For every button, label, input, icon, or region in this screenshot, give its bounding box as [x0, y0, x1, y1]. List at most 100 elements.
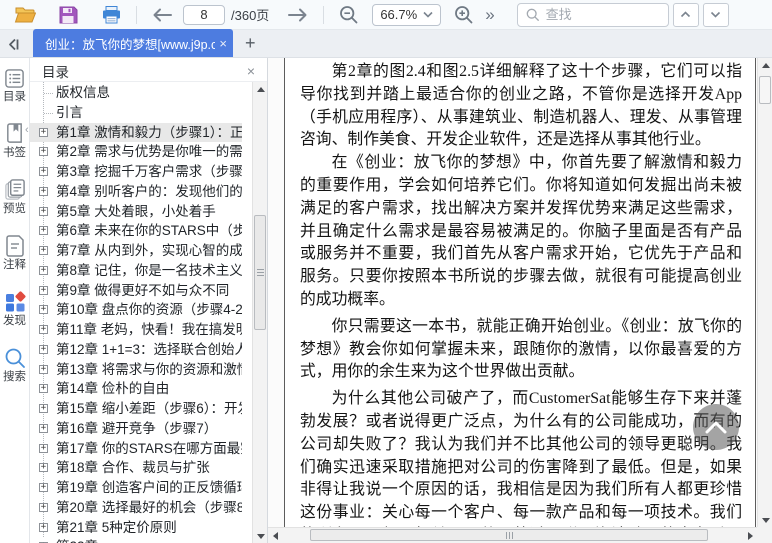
toc-item[interactable]: + 第15章 缩小差距（步骤6）：开发和: [30, 399, 242, 419]
page-number-input[interactable]: [183, 4, 225, 25]
horizontal-scrollbar-thumb[interactable]: [310, 529, 708, 541]
sidebar-item-label: 预览: [3, 203, 26, 215]
search-input[interactable]: [545, 7, 656, 22]
toc-item[interactable]: + 第5章 大处着眼，小处着手: [30, 202, 242, 222]
toc-item[interactable]: + 第21章 5种定价原则: [30, 518, 242, 538]
open-file-button[interactable]: [14, 4, 36, 26]
find-previous-button[interactable]: [672, 2, 699, 27]
zoom-in-button[interactable]: [453, 4, 475, 26]
expand-plus-icon[interactable]: +: [39, 502, 48, 512]
toc-scrollbar[interactable]: [252, 82, 267, 543]
toc-item[interactable]: 引言: [30, 103, 242, 123]
expand-plus-icon[interactable]: +: [39, 463, 48, 473]
expand-plus-icon[interactable]: +: [39, 344, 48, 354]
sidebar-item-toc[interactable]: 目录: [0, 68, 29, 103]
panel-collapse-icon[interactable]: ‹: [25, 124, 29, 136]
expand-plus-icon[interactable]: +: [39, 305, 48, 315]
toc-item[interactable]: + 第18章 合作、裁员与扩张: [30, 458, 242, 478]
vertical-scrollbar-thumb[interactable]: [759, 76, 771, 104]
new-tab-button[interactable]: +: [245, 33, 256, 57]
toc-item[interactable]: + 第7章 从内到外，实现心智的成长: [30, 241, 242, 261]
back-to-top-button[interactable]: [693, 404, 739, 450]
expand-plus-icon[interactable]: +: [39, 384, 48, 394]
vertical-scrollbar[interactable]: [757, 58, 772, 527]
toc-scrollbar-thumb[interactable]: [254, 215, 266, 330]
sidebar-item-discover[interactable]: 发现: [0, 291, 29, 327]
previous-page-button[interactable]: [151, 4, 173, 26]
sidebar-item-search[interactable]: 搜索: [0, 347, 29, 383]
more-tools-button[interactable]: »: [485, 5, 494, 25]
expand-plus-icon[interactable]: +: [39, 147, 48, 157]
expand-plus-icon[interactable]: +: [39, 206, 48, 216]
find-next-button[interactable]: [702, 2, 729, 27]
toc-item[interactable]: + 第19章 创造客户间的正反馈循环（网: [30, 478, 242, 498]
scroll-right-arrow[interactable]: [743, 528, 757, 543]
expand-plus-icon[interactable]: +: [39, 522, 48, 532]
tab-close-icon[interactable]: ×: [219, 36, 227, 51]
toc-item-label: 第10章 盘点你的资源（步骤4-2）：: [56, 302, 242, 318]
toc-item[interactable]: + 第11章 老妈，快看！我在搞发明！—: [30, 320, 242, 340]
scroll-down-arrow[interactable]: [758, 513, 772, 527]
toc-item[interactable]: + 第16章 避开竞争（步骤7）: [30, 419, 242, 439]
toc-item[interactable]: + 第14章 俭朴的自由: [30, 379, 242, 399]
tab-scroll-left-button[interactable]: [0, 31, 26, 57]
expand-plus-icon[interactable]: +: [39, 226, 48, 236]
tree-connector: [44, 93, 53, 94]
expand-plus-icon[interactable]: +: [39, 186, 48, 196]
toc-item[interactable]: + 第4章 别听客户的：发现他们的目的: [30, 182, 242, 202]
bookmark-icon: [7, 123, 22, 143]
sidebar-item-label: 书签: [3, 147, 26, 159]
expand-plus-icon[interactable]: +: [39, 483, 48, 492]
toc-item[interactable]: + 第8章 记住，你是一名技术主义者: [30, 261, 242, 281]
expand-plus-icon[interactable]: +: [39, 325, 48, 334]
pdf-page: 第2章的图2.4和图2.5详细解释了这十个步骤，它们可以指导你找到并踏上最适合你…: [284, 58, 756, 543]
toc-icon: [5, 69, 24, 88]
toc-item[interactable]: + 第20章 选择最好的机会（步骤8）: [30, 498, 242, 518]
toc-item[interactable]: +第22章: [30, 537, 242, 543]
expand-plus-icon[interactable]: +: [39, 265, 48, 275]
zoom-level-dropdown[interactable]: 66.7%: [372, 3, 442, 26]
toc-close-icon[interactable]: ×: [247, 63, 255, 79]
expand-plus-icon[interactable]: +: [39, 285, 48, 295]
next-page-button[interactable]: [287, 4, 309, 26]
expand-plus-icon[interactable]: +: [39, 423, 48, 433]
expand-plus-icon[interactable]: +: [39, 443, 48, 453]
toc-item-label: 第8章 记住，你是一名技术主义者: [56, 262, 242, 278]
toc-item[interactable]: + 第2章 需求与优势是你唯一的需要：做: [30, 142, 242, 162]
scroll-up-arrow[interactable]: [758, 58, 772, 72]
scroll-down-arrow[interactable]: [253, 529, 268, 543]
chevron-down-icon: [711, 11, 721, 18]
expand-plus-icon[interactable]: +: [39, 404, 48, 413]
toc-item[interactable]: + 第10章 盘点你的资源（步骤4-2）：: [30, 300, 242, 320]
paragraph: 你只需要这一本书，就能正确开始创业。《创业：放飞你的梦想》教会你如何掌握未来，跟…: [300, 317, 742, 381]
toolbar-divider: [136, 5, 137, 24]
toc-item[interactable]: + 第13章 将需求与你的资源和激情相结: [30, 360, 242, 380]
toc-item[interactable]: + 第9章 做得更好不如与众不同: [30, 281, 242, 301]
expand-plus-icon[interactable]: +: [39, 364, 48, 374]
toc-panel: 目录 × 版权信息 引言 + 第1章 激情和毅力（步骤1）：正反馈 + 第2章 需求…: [30, 58, 268, 543]
expand-plus-icon[interactable]: +: [39, 246, 48, 255]
tab-active[interactable]: 创业：放飞你的梦想[www.j9p.c ×: [33, 29, 233, 57]
toc-item[interactable]: + 第6章 未来在你的STARS中（步骤4-1: [30, 221, 242, 241]
scroll-up-arrow[interactable]: [253, 82, 268, 96]
toc-item[interactable]: + 第12章 1+1=3：选择联合创始人和团: [30, 340, 242, 360]
paragraph: 第2章的图2.4和图2.5详细解释了这十个步骤，它们可以指导你找到并踏上最适合你…: [300, 63, 742, 149]
expand-plus-icon[interactable]: +: [39, 167, 48, 176]
expand-plus-icon[interactable]: +: [39, 127, 48, 137]
toc-item[interactable]: + 第3章 挖掘千万客户需求（步骤2和步: [30, 162, 242, 182]
horizontal-scrollbar[interactable]: [268, 527, 757, 543]
toc-item-label: 引言: [56, 104, 83, 120]
print-button[interactable]: [100, 4, 122, 26]
zoom-out-button[interactable]: [338, 4, 360, 26]
folder-open-icon: [14, 7, 36, 22]
toc-item-label: 第17章 你的STARS在哪方面最突出：: [56, 440, 242, 456]
toc-item[interactable]: + 第17章 你的STARS在哪方面最突出：: [30, 439, 242, 459]
sidebar-item-preview[interactable]: 预览: [0, 179, 29, 215]
sidebar-item-label: 注释: [3, 259, 26, 271]
search-box[interactable]: [516, 2, 669, 27]
toc-item[interactable]: + 第1章 激情和毅力（步骤1）：正反馈: [30, 122, 242, 143]
toc-item[interactable]: 版权信息: [30, 83, 242, 103]
scroll-left-arrow[interactable]: [268, 528, 282, 543]
sidebar-item-annotation[interactable]: 注释: [0, 235, 29, 271]
save-button[interactable]: [57, 4, 79, 26]
